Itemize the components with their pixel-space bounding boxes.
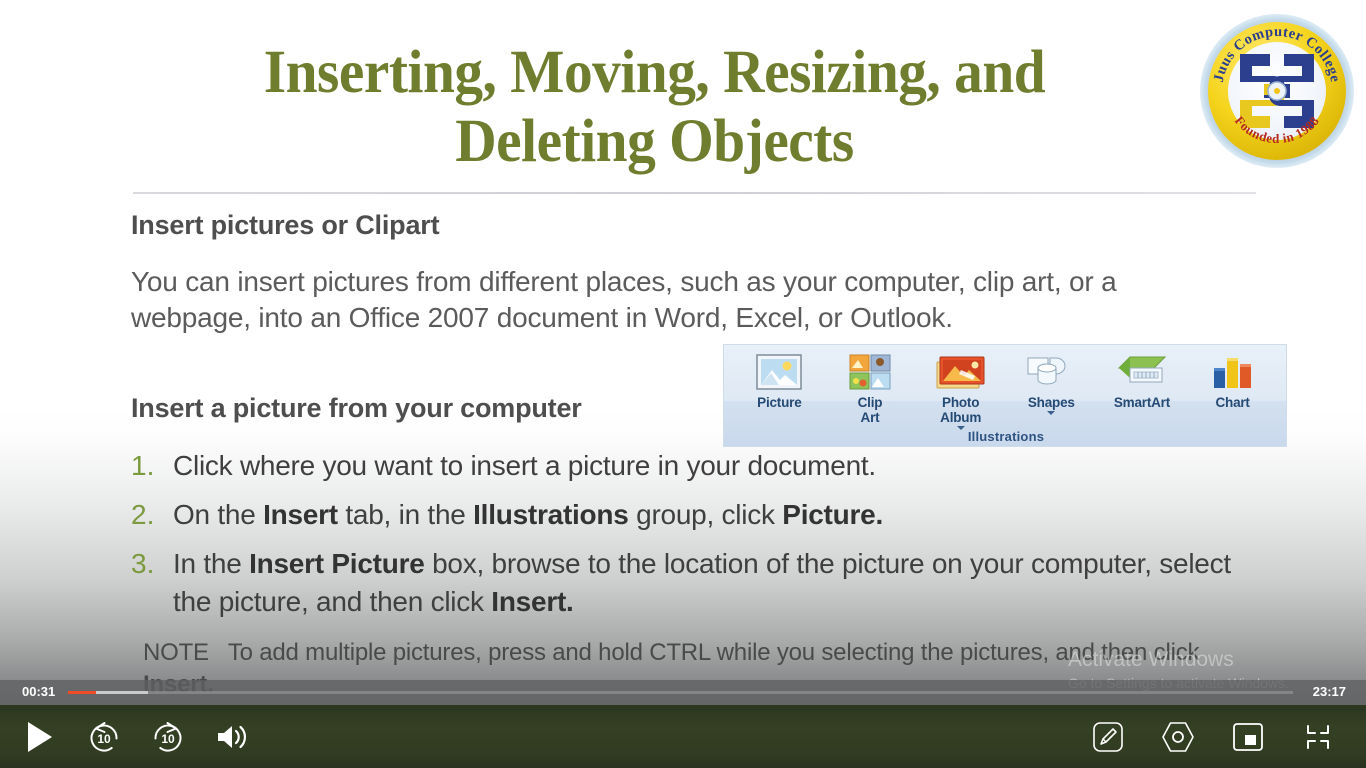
total-time-label: 23:17 xyxy=(1312,684,1346,699)
list-item: 2. On the Insert tab, in the Illustratio… xyxy=(131,496,1261,534)
heading-insert-from-computer: Insert a picture from your computer xyxy=(131,393,582,423)
smartart-icon xyxy=(1116,350,1168,394)
activate-windows-title: Activate Windows xyxy=(1068,648,1234,671)
seek-bar-strip: 00:31 23:17 xyxy=(0,680,1366,705)
chart-icon xyxy=(1210,350,1256,394)
page-title: Inserting, Moving, Resizing, and Deletin… xyxy=(132,38,1177,176)
title-line-2: Deleting Objects xyxy=(455,108,854,175)
photo-album-icon xyxy=(935,350,987,394)
ribbon-label-album: Album xyxy=(940,410,982,425)
college-logo: Juus Computer College Founded in 1988 xyxy=(1200,14,1354,168)
record-button[interactable] xyxy=(1156,715,1200,759)
picture-in-picture-icon xyxy=(1233,722,1263,751)
video-player-window: Inserting, Moving, Resizing, and Deletin… xyxy=(0,0,1366,768)
pencil-icon xyxy=(1093,721,1123,752)
step-text: In the Insert Picture box, browse to the… xyxy=(173,548,1231,617)
step-number: 3. xyxy=(131,548,155,579)
heading-insert-pictures: Insert pictures or Clipart xyxy=(131,210,440,240)
ribbon-label-smartart: SmartArt xyxy=(1113,395,1171,410)
ribbon-button-row: Picture Clip Art Photo Album Shapes Smar… xyxy=(724,345,1286,430)
forward-10-icon: 10 xyxy=(154,721,182,752)
rewind-10-button[interactable]: 10 xyxy=(82,715,126,759)
chevron-down-icon-shapes xyxy=(1047,411,1056,415)
ribbon-label-picture: Picture xyxy=(757,395,802,410)
volume-button[interactable] xyxy=(210,715,254,759)
logo-bottom-label: Founded in 1988 xyxy=(1232,113,1322,146)
rewind-10-label: 10 xyxy=(97,732,111,746)
annotate-button[interactable] xyxy=(1086,715,1130,759)
ribbon-button-chart: Chart xyxy=(1190,350,1276,410)
forward-10-label: 10 xyxy=(161,732,175,746)
clip-art-icon xyxy=(849,350,891,394)
ribbon-label-clip: Clip xyxy=(857,395,883,410)
title-line-1: Inserting, Moving, Resizing, and xyxy=(263,39,1046,106)
exit-fullscreen-button[interactable] xyxy=(1296,715,1340,759)
svg-text:Founded in 1988: Founded in 1988 xyxy=(1232,113,1322,146)
title-divider xyxy=(133,192,1256,194)
picture-icon xyxy=(756,350,803,394)
paragraph-intro: You can insert pictures from different p… xyxy=(131,266,1117,333)
list-item: 3. In the Insert Picture box, browse to … xyxy=(131,545,1261,621)
rewind-10-icon: 10 xyxy=(90,721,118,752)
player-controls-left: 10 10 xyxy=(0,715,254,759)
illustrations-ribbon-screenshot: Picture Clip Art Photo Album Shapes Smar… xyxy=(723,344,1287,447)
ribbon-label-chart: Chart xyxy=(1215,395,1250,410)
volume-icon xyxy=(218,725,247,748)
ribbon-button-clip-art: Clip Art xyxy=(827,350,913,425)
seek-played-range xyxy=(68,691,97,694)
step-number: 1. xyxy=(131,450,155,481)
ribbon-button-photo-album: Photo Album xyxy=(918,350,1004,430)
ribbon-button-smartart: SmartArt xyxy=(1099,350,1185,410)
ribbon-label-photo: Photo xyxy=(942,395,980,410)
play-icon xyxy=(28,721,52,752)
logo-bottom-text: Founded in 1988 xyxy=(1232,113,1322,146)
ribbon-label-art: Art xyxy=(860,410,880,425)
numbered-steps-list: 1. Click where you want to insert a pict… xyxy=(131,447,1261,632)
step-text: On the Insert tab, in the Illustrations … xyxy=(173,499,883,530)
play-button[interactable] xyxy=(18,715,62,759)
slide-content: Inserting, Moving, Resizing, and Deletin… xyxy=(0,0,1366,705)
player-control-bar: 10 10 xyxy=(0,705,1366,768)
current-time-label: 00:31 xyxy=(22,684,56,699)
ribbon-button-shapes: Shapes xyxy=(1008,350,1094,415)
list-item: 1. Click where you want to insert a pict… xyxy=(131,447,1261,485)
picture-in-picture-button[interactable] xyxy=(1226,715,1270,759)
step-number: 2. xyxy=(131,499,155,530)
shapes-icon xyxy=(1026,350,1076,394)
player-controls-right xyxy=(1086,715,1366,759)
forward-10-button[interactable]: 10 xyxy=(146,715,190,759)
step-text: Click where you want to insert a picture… xyxy=(173,450,876,481)
record-hexagon-icon xyxy=(1162,721,1194,752)
exit-fullscreen-icon xyxy=(1307,724,1329,749)
ribbon-button-picture: Picture xyxy=(736,350,822,410)
seek-slider[interactable] xyxy=(68,691,1293,694)
ribbon-label-shapes: Shapes xyxy=(1028,395,1075,415)
ribbon-group-label: Illustrations xyxy=(967,429,1045,444)
